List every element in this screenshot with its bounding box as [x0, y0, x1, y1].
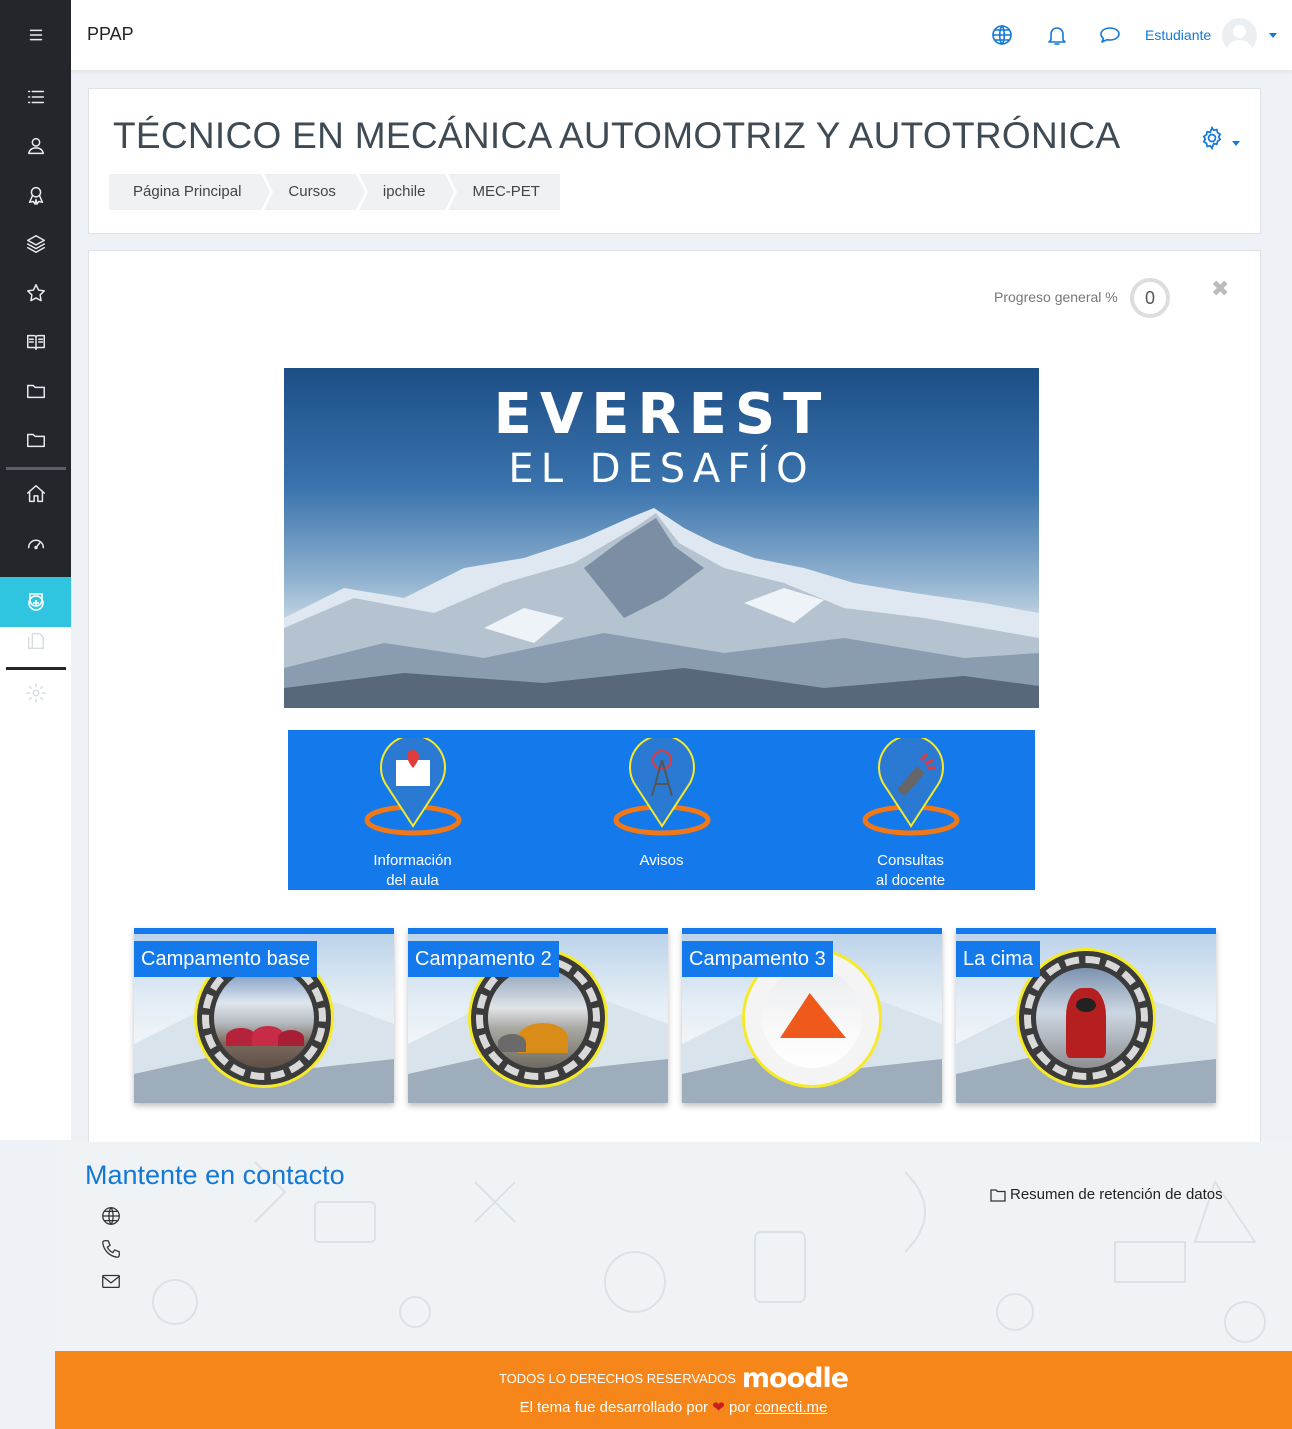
folder-icon — [26, 433, 45, 447]
quick-links: Información del aula Avisos Consultas al d… — [288, 730, 1035, 890]
messages-button[interactable] — [1098, 23, 1122, 47]
nav-label: Avisos — [639, 852, 684, 869]
avisos-link[interactable]: Avisos — [537, 730, 786, 890]
badge-icon — [28, 186, 43, 205]
camp-sections: Campamento base Campamento 2 Campamento … — [134, 928, 1217, 1104]
sidebar-item-book[interactable] — [0, 317, 71, 366]
chevron-down-icon[interactable] — [1269, 33, 1277, 38]
phone-link[interactable] — [100, 1238, 122, 1260]
camp-label: La cima — [956, 941, 1041, 977]
sidebar-item-participants[interactable] — [0, 121, 71, 170]
flashlight-icon — [862, 738, 959, 836]
progress-circle: 0 — [1130, 278, 1170, 318]
rights-text: TODOS LO DERECHOS RESERVADOS — [498, 1371, 736, 1386]
sidebar-item-folder-2[interactable] — [0, 415, 71, 464]
gear-icon — [1202, 125, 1222, 151]
book-icon — [26, 334, 45, 350]
map-pin-icon — [364, 738, 461, 836]
data-retention-link[interactable]: Resumen de retención de datos — [990, 1186, 1223, 1203]
breadcrumb-item[interactable]: ipchile — [358, 174, 457, 210]
page-title: TÉCNICO EN MECÁNICA AUTOMOTRIZ Y AUTOTRÓ… — [113, 115, 1121, 156]
contact-title: Mantente en contacto — [85, 1160, 345, 1190]
sidebar-item-badges[interactable] — [0, 170, 71, 219]
credit-line: El tema fue desarrollado por ❤ por conec… — [519, 1399, 828, 1416]
banner-subtitle: EL DESAFÍO — [508, 446, 815, 492]
camp-label: Campamento 2 — [408, 941, 559, 977]
course-header: TÉCNICO EN MECÁNICA AUTOMOTRIZ Y AUTOTRÓ… — [88, 88, 1261, 234]
rights-row: TODOS LO DERECHOS RESERVADOS moodle — [55, 1363, 1292, 1394]
sidebar-item-folder-1[interactable] — [0, 366, 71, 415]
notifications-button[interactable] — [1045, 23, 1069, 47]
breadcrumb-item[interactable]: MEC-PET — [448, 174, 560, 210]
everest-banner: EVEREST EL DESAFÍO — [284, 368, 1039, 708]
moodle-logo[interactable]: moodle — [742, 1363, 849, 1394]
camp-card-base[interactable]: Campamento base — [134, 928, 394, 1103]
sidebar — [0, 0, 71, 1140]
credit-link[interactable]: conecti.me — [755, 1399, 828, 1416]
dashboard-icon — [27, 539, 44, 549]
layers-icon — [26, 234, 45, 253]
consultas-docente-link[interactable]: Consultas al docente — [786, 730, 1035, 890]
top-navbar: PPAP Estudiante — [71, 0, 1292, 70]
globe-icon — [992, 25, 1012, 45]
star-icon — [26, 283, 45, 301]
files-icon — [27, 632, 44, 649]
sidebar-item-files[interactable] — [0, 616, 71, 665]
heart-icon: ❤ — [712, 1399, 725, 1416]
gear-icon — [25, 682, 46, 703]
close-icon[interactable]: ✖ — [1211, 277, 1229, 302]
camp-label: Campamento base — [134, 941, 317, 977]
language-button[interactable] — [990, 23, 1014, 47]
home-icon — [26, 484, 45, 502]
footer: Mantente en contacto Resumen de retenció… — [55, 1142, 1292, 1352]
phone-icon — [102, 1240, 120, 1258]
antenna-icon — [613, 738, 710, 836]
sidebar-item-settings[interactable] — [0, 668, 71, 717]
banner-title: EVEREST — [493, 382, 830, 447]
sidebar-item-list[interactable] — [0, 72, 71, 121]
email-link[interactable] — [100, 1270, 122, 1292]
sidebar-item-dashboard[interactable] — [0, 518, 71, 567]
nav-label: Consultas al docente — [875, 852, 946, 889]
menu-icon — [29, 29, 42, 40]
site-brand[interactable]: PPAP — [87, 24, 134, 45]
list-icon — [27, 90, 44, 103]
breadcrumb-item[interactable]: Página Principal — [109, 174, 274, 210]
camp-card-2[interactable]: Campamento 2 — [408, 928, 668, 1103]
breadcrumb-item[interactable]: Cursos — [264, 174, 368, 210]
avatar[interactable] — [1222, 18, 1257, 53]
course-settings-button[interactable] — [1199, 125, 1225, 151]
folder-icon — [26, 384, 45, 398]
website-link[interactable] — [100, 1205, 122, 1227]
retention-label: Resumen de retención de datos — [1010, 1186, 1223, 1203]
chevron-down-icon[interactable] — [1232, 141, 1240, 146]
camp-card-cima[interactable]: La cima — [956, 928, 1216, 1103]
nav-label: Información del aula — [373, 852, 452, 889]
menu-toggle-button[interactable] — [0, 10, 71, 59]
copyright-bar: TODOS LO DERECHOS RESERVADOS moodle El t… — [55, 1351, 1292, 1429]
bell-icon — [1048, 27, 1066, 45]
sidebar-item-grades[interactable] — [0, 268, 71, 317]
sidebar-item-competencies[interactable] — [0, 219, 71, 268]
course-icon — [27, 593, 44, 611]
breadcrumb: Página Principal Cursos ipchile MEC-PET — [109, 174, 563, 210]
user-name[interactable]: Estudiante — [1145, 27, 1211, 43]
users-icon — [27, 137, 44, 154]
globe-icon — [102, 1207, 120, 1225]
folder-icon — [990, 1188, 1006, 1202]
camp-card-3[interactable]: Campamento 3 — [682, 928, 942, 1103]
info-aula-link[interactable]: Información del aula — [288, 730, 537, 890]
course-content: Progreso general % 0 ✖ EVEREST EL DESAFÍ… — [88, 250, 1261, 1145]
chat-icon — [1100, 27, 1120, 43]
sidebar-item-home[interactable] — [0, 469, 71, 518]
progress-label: Progreso general % — [994, 289, 1118, 305]
envelope-icon — [102, 1274, 120, 1289]
camp-label: Campamento 3 — [682, 941, 833, 977]
